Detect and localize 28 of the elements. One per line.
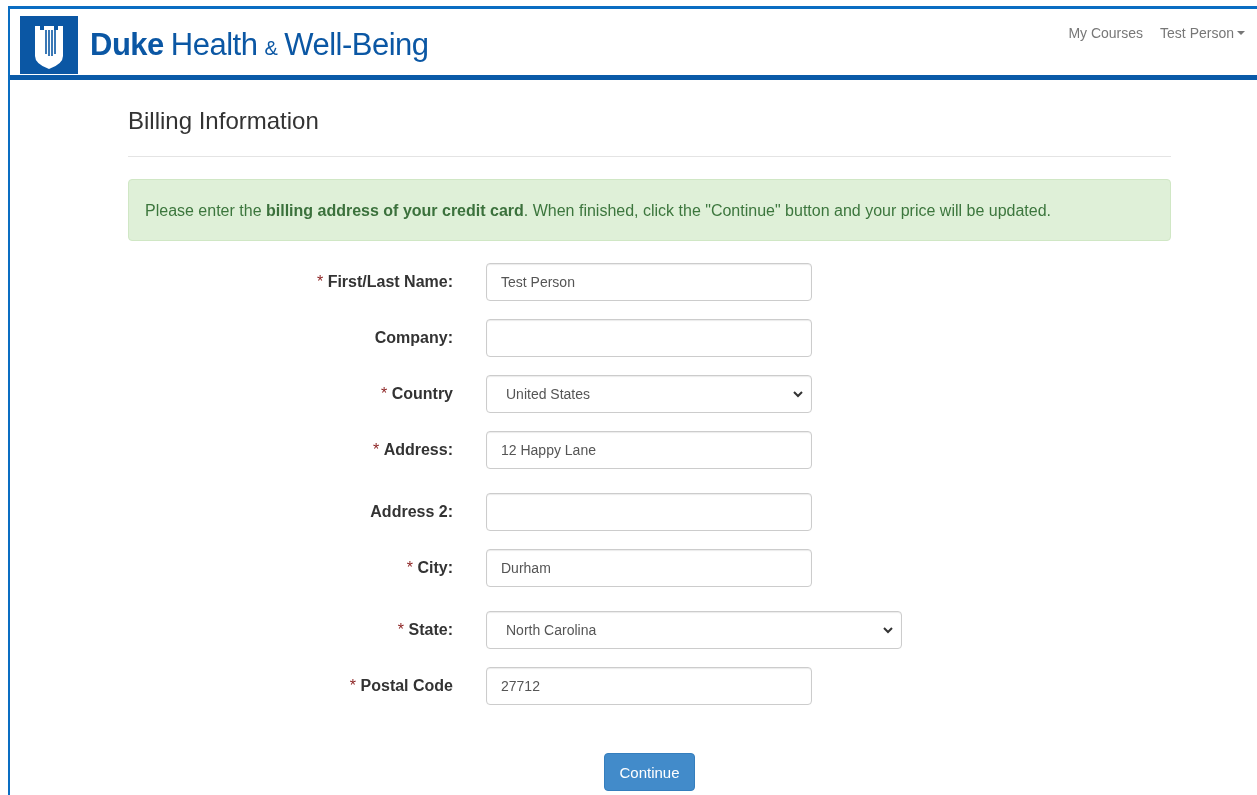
field-label: * Postal Code	[348, 677, 453, 695]
field-label: * First/Last Name:	[315, 273, 453, 291]
text-input[interactable]: Test Person	[486, 263, 812, 301]
select-field[interactable]: United States	[486, 375, 812, 413]
select-field[interactable]: North Carolina	[486, 611, 902, 649]
text-input[interactable]: 27712	[486, 667, 812, 705]
user-menu[interactable]: Test Person	[1160, 25, 1245, 41]
ampersand: &	[264, 37, 278, 60]
brand-name: Duke	[90, 27, 164, 63]
brand-subtitle: Health	[170, 27, 258, 63]
page-title: Billing Information	[128, 106, 320, 136]
text-input[interactable]	[486, 493, 812, 531]
field-label: * Country	[380, 385, 453, 403]
text-input[interactable]	[486, 319, 812, 357]
caret-icon	[1237, 31, 1245, 35]
field-label: Address 2:	[369, 503, 453, 521]
continue-button[interactable]: Continue	[604, 753, 695, 791]
text-input[interactable]: 12 Happy Lane	[486, 431, 812, 469]
field-label: * City:	[405, 559, 453, 577]
brand-subtitle-end: Well-Being	[284, 27, 429, 63]
chevron-down-icon	[883, 626, 893, 634]
info-alert: Please enter the billing address of your credit card. When finished, click the "Continue" button and your price will be updated.	[128, 179, 1171, 241]
field-label: Company:	[373, 329, 453, 347]
field-label: * State:	[396, 621, 453, 639]
text-input[interactable]: Durham	[486, 549, 812, 587]
field-label: * Address:	[371, 441, 453, 459]
chevron-down-icon	[793, 390, 803, 398]
nav-link[interactable]: My Courses	[1068, 25, 1144, 41]
